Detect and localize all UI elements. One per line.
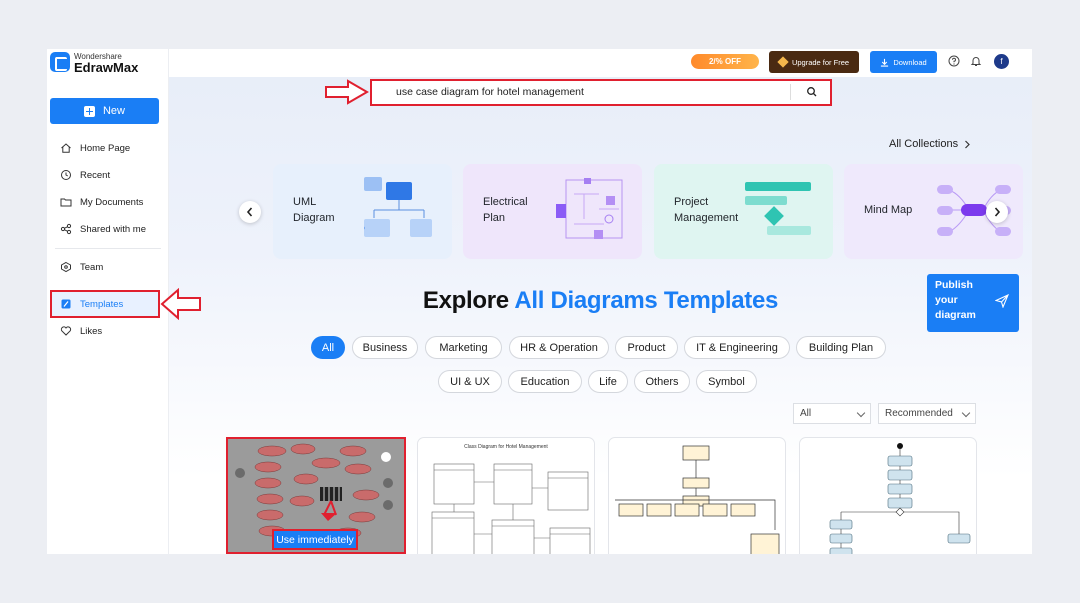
sidebar-item-label: Templates [80, 298, 124, 310]
top-bar: 2/% OFF Upgrade for Free Download f [169, 49, 1032, 77]
collection-card-project[interactable]: Project Management [654, 164, 833, 259]
sidebar-item-my-documents[interactable]: My Documents [60, 192, 143, 212]
sidebar-item-shared[interactable]: Shared with me [60, 219, 146, 239]
all-collections-link[interactable]: All Collections [889, 138, 971, 150]
heart-icon [60, 326, 72, 336]
uml-illustration-icon [364, 177, 432, 237]
help-icon[interactable] [948, 55, 960, 67]
filter-chip-hr-operation[interactable]: HR & Operation [509, 336, 609, 359]
sidebar-item-home[interactable]: Home Page [60, 138, 130, 158]
filter-chip-education[interactable]: Education [508, 370, 582, 393]
type-select-value: All [800, 408, 812, 419]
search-divider [790, 84, 791, 100]
plus-icon [83, 105, 95, 117]
chevron-down-icon [856, 408, 866, 418]
edrawmax-logo-icon [50, 52, 70, 72]
sidebar-item-likes[interactable]: Likes [60, 321, 102, 341]
new-button-label: New [102, 105, 125, 117]
template-card-flow-chart[interactable] [608, 437, 786, 554]
annotation-arrow-templates [160, 288, 201, 320]
publish-diagram-button[interactable]: Publish your diagram [927, 274, 1019, 332]
filter-chip-marketing[interactable]: Marketing [425, 336, 502, 359]
sidebar-item-label: Recent [80, 169, 111, 181]
sidebar-item-label: Shared with me [80, 223, 147, 235]
filter-chip-ui-ux[interactable]: UI & UX [438, 370, 502, 393]
project-illustration-icon [745, 182, 811, 235]
chevron-right-icon [994, 207, 1001, 217]
use-immediately-button[interactable]: Use immediately [272, 529, 358, 550]
collection-card-label: Project Management [674, 196, 739, 224]
avatar[interactable]: f [994, 54, 1009, 69]
type-select[interactable]: All [793, 403, 871, 424]
annotation-arrow-search [325, 79, 369, 105]
upgrade-button[interactable]: Upgrade for Free [769, 51, 859, 73]
search-icon[interactable] [806, 86, 818, 98]
page-heading: Explore All Diagrams Templates [169, 287, 1032, 315]
sidebar-item-label: Likes [80, 325, 103, 337]
process-thumbnail [829, 443, 971, 554]
filter-chip-symbol[interactable]: Symbol [696, 370, 757, 393]
filter-chip-building-plan[interactable]: Building Plan [796, 336, 886, 359]
sort-select-value: Recommended [885, 408, 953, 419]
collection-card-label: Mind Map [864, 204, 913, 216]
carousel-prev-button[interactable] [239, 201, 261, 223]
sidebar-item-templates[interactable]: Templates [60, 294, 123, 314]
search-bar[interactable]: use case diagram for hotel management [370, 79, 832, 106]
filter-chip-it-engineering[interactable]: IT & Engineering [684, 336, 790, 359]
filter-chip-life[interactable]: Life [588, 370, 628, 393]
search-input[interactable]: use case diagram for hotel management [396, 86, 584, 98]
templates-icon [61, 299, 71, 309]
download-button[interactable]: Download [870, 51, 937, 73]
heading-prefix: Explore [422, 287, 509, 314]
folder-icon [60, 198, 72, 207]
heading-highlight: All Diagrams Templates [514, 287, 779, 314]
all-collections-label: All Collections [889, 138, 959, 150]
template-card-use-case[interactable]: Use immediately [226, 437, 406, 554]
collection-card-label: UML Diagram [293, 196, 335, 224]
chevron-right-icon [965, 140, 970, 148]
chevron-down-icon [961, 408, 971, 418]
sidebar-item-recent[interactable]: Recent [60, 165, 110, 185]
filter-chip-others[interactable]: Others [634, 370, 690, 393]
diamond-icon [777, 56, 789, 68]
sidebar: Wondershare EdrawMax New Home Page Recen… [47, 49, 169, 554]
template-card-process[interactable] [799, 437, 977, 554]
electrical-illustration-icon [556, 178, 623, 239]
share-icon [60, 223, 72, 235]
filter-chip-all[interactable]: All [311, 336, 345, 359]
sidebar-item-label: Team [80, 261, 104, 273]
upgrade-label: Upgrade for Free [791, 57, 850, 67]
collection-card-label: Electrical Plan [483, 196, 528, 224]
sale-badge[interactable]: 2/% OFF [691, 54, 759, 69]
filter-chip-business[interactable]: Business [352, 336, 418, 359]
carousel-next-button[interactable] [986, 201, 1008, 223]
flow-chart-thumbnail [615, 445, 780, 554]
send-icon [995, 294, 1009, 308]
chevron-left-icon [246, 207, 253, 217]
template-card-class-diagram[interactable]: Class Diagram for Hotel Management [417, 437, 595, 554]
download-icon [881, 58, 889, 67]
new-button[interactable]: New [50, 98, 159, 124]
main-content: 2/% OFF Upgrade for Free Download f use … [169, 49, 1032, 554]
sort-select[interactable]: Recommended [878, 403, 976, 424]
bell-icon[interactable] [970, 55, 982, 67]
sidebar-item-label: My Documents [80, 196, 144, 208]
download-label: Download [893, 57, 927, 67]
filter-chip-product[interactable]: Product [615, 336, 678, 359]
sidebar-item-team[interactable]: Team [60, 257, 103, 277]
home-icon [61, 143, 71, 153]
brand-product: EdrawMax [74, 60, 139, 75]
collection-card-electrical[interactable]: Electrical Plan [463, 164, 642, 259]
class-diagram-thumbnail [431, 463, 591, 554]
collection-card-uml[interactable]: UML Diagram [273, 164, 452, 259]
sidebar-item-label: Home Page [80, 142, 131, 154]
sidebar-divider [55, 248, 161, 249]
clock-icon [61, 170, 71, 180]
team-icon [61, 261, 71, 273]
